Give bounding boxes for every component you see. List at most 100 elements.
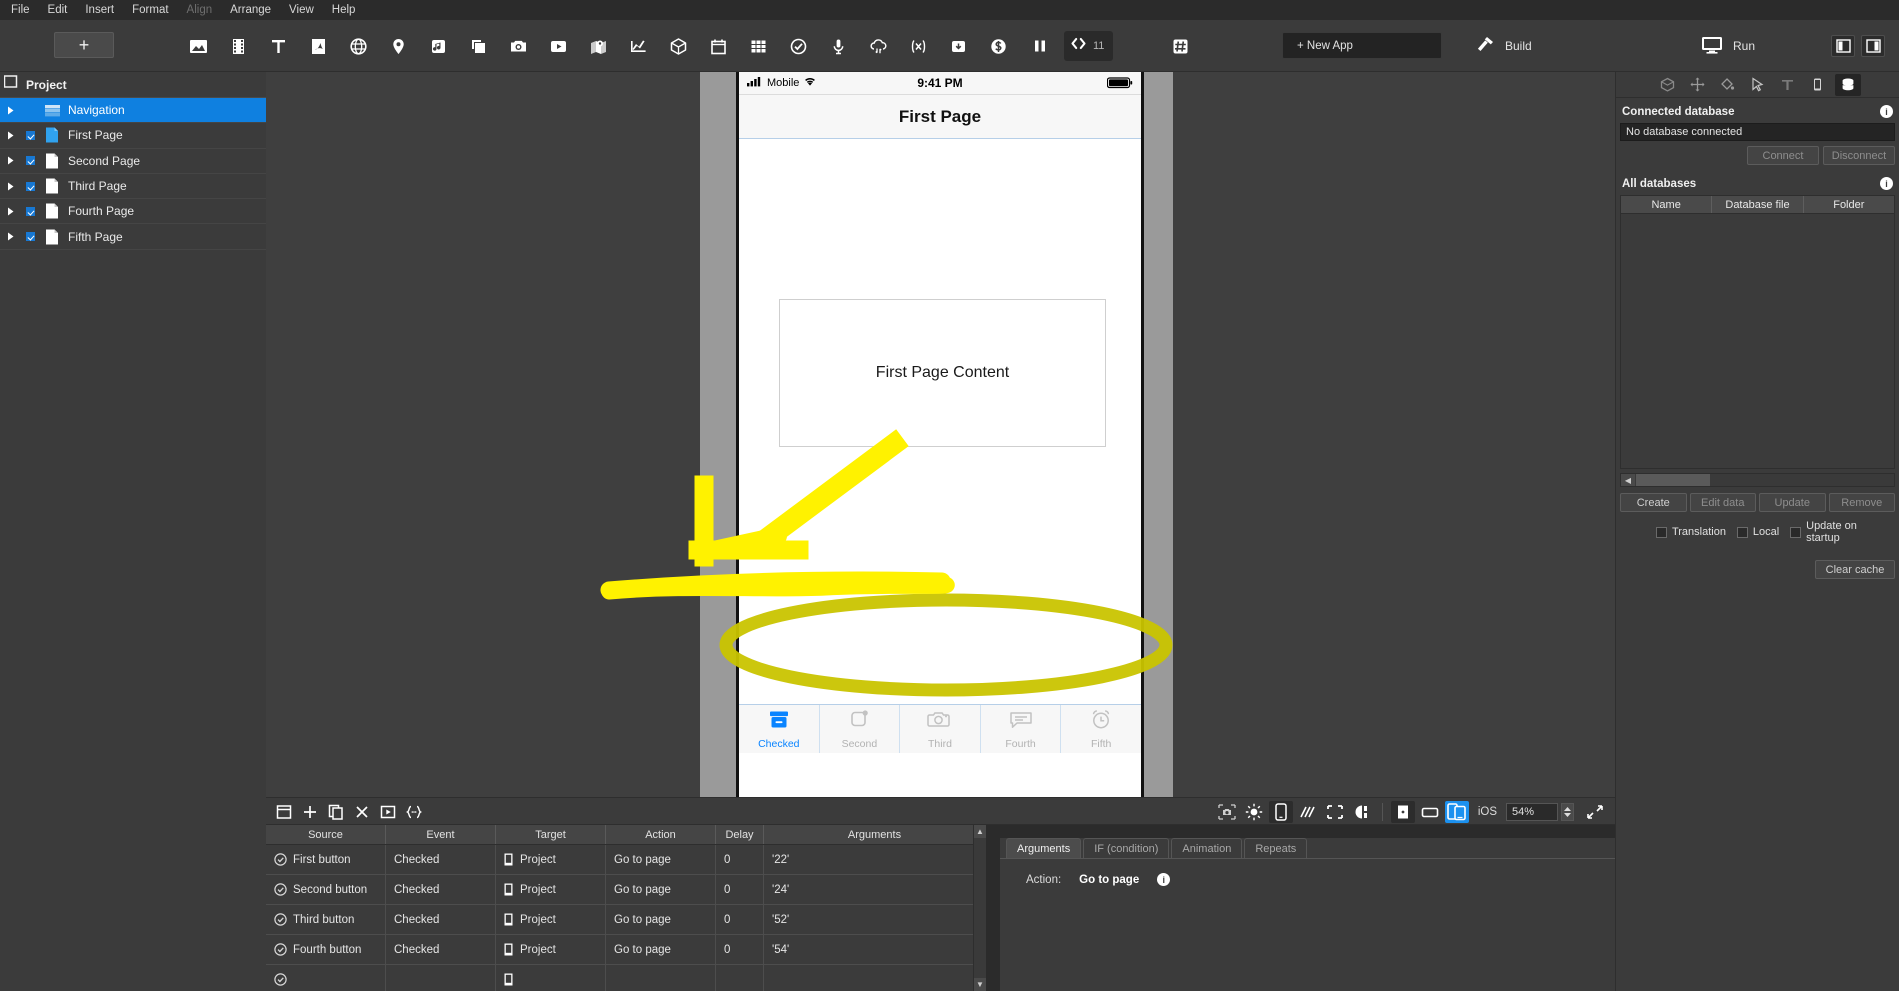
info-icon[interactable]: i (1880, 105, 1893, 118)
table-row[interactable]: Third button Checked Project Go to page … (266, 905, 986, 935)
row-source[interactable]: Second button (266, 875, 386, 904)
tab-repeats[interactable]: Repeats (1244, 838, 1308, 858)
table-row[interactable] (266, 965, 986, 991)
edit-data-button[interactable]: Edit data (1689, 493, 1756, 512)
device-tool-icon[interactable] (1805, 74, 1831, 96)
row-action[interactable]: Go to page (606, 845, 716, 874)
row-source[interactable]: First button (266, 845, 386, 874)
variable-icon[interactable] (903, 31, 933, 61)
zoom-level-input[interactable]: 54% (1506, 803, 1558, 821)
film-icon[interactable] (223, 31, 253, 61)
row-target[interactable]: Project (496, 845, 606, 874)
menu-arrange[interactable]: Arrange (221, 2, 280, 18)
add-object-button[interactable]: + (54, 32, 114, 58)
preview-page-body[interactable]: First Page Content Checked Second Third … (739, 139, 1141, 753)
row-event[interactable]: Checked (386, 845, 496, 874)
preview-tab-checked[interactable]: Checked (739, 705, 820, 753)
events-table[interactable]: Source Event Target Action Delay Argumen… (266, 825, 986, 991)
col-header-delay[interactable]: Delay (716, 825, 764, 844)
row-arguments[interactable]: '22' (764, 845, 986, 874)
brightness-icon[interactable] (1242, 801, 1266, 823)
fit-screen-icon[interactable] (1583, 801, 1607, 823)
new-app-button[interactable]: + New App (1282, 32, 1442, 59)
play-box-icon[interactable] (376, 801, 400, 823)
tab-animation[interactable]: Animation (1171, 838, 1243, 858)
info-icon[interactable]: i (1157, 873, 1171, 886)
camera-icon[interactable] (503, 31, 533, 61)
expand-arrow-icon[interactable] (2, 106, 20, 115)
row-action[interactable]: Go to page (606, 875, 716, 904)
menu-view[interactable]: View (280, 2, 323, 18)
microphone-icon[interactable] (823, 31, 853, 61)
visibility-checkbox[interactable] (20, 232, 40, 242)
diagonal-lines-icon[interactable] (1296, 801, 1320, 823)
tab-arguments[interactable]: Arguments (1006, 838, 1082, 858)
row-event[interactable]: Checked (386, 875, 496, 904)
zoom-stepper[interactable] (1561, 803, 1574, 821)
row-target[interactable] (496, 965, 606, 991)
video-play-icon[interactable] (543, 31, 573, 61)
content-placeholder-box[interactable]: First Page Content (779, 299, 1106, 447)
build-button[interactable]: Build (1475, 20, 1532, 72)
update-on-startup-checkbox[interactable] (1790, 526, 1802, 538)
tree-item-first-page[interactable]: First Page (0, 123, 266, 149)
expand-arrow-icon[interactable] (2, 232, 20, 241)
text-tool-icon[interactable] (1775, 74, 1801, 96)
databases-horizontal-scrollbar[interactable]: ◀ (1620, 473, 1895, 487)
fill-icon[interactable] (1715, 74, 1741, 96)
row-delay[interactable]: 0 (716, 935, 764, 964)
expand-arrow-icon[interactable] (2, 207, 20, 216)
row-target[interactable]: Project (496, 875, 606, 904)
scroll-left-icon[interactable]: ◀ (1621, 474, 1635, 486)
dollar-icon[interactable] (983, 31, 1013, 61)
script-count-badge[interactable]: 11 (1064, 31, 1114, 61)
portrait-icon[interactable] (1390, 801, 1415, 823)
remove-button[interactable]: Remove (1828, 493, 1895, 512)
col-header-database-file[interactable]: Database file (1712, 196, 1804, 213)
events-scrollbar[interactable]: ▲ ▼ (973, 825, 986, 991)
design-canvas[interactable]: Mobile 9:41 PM First Page First Page Con… (266, 72, 1615, 797)
visibility-checkbox[interactable] (20, 156, 40, 166)
visibility-checkbox[interactable] (20, 181, 40, 191)
disconnect-button[interactable]: Disconnect (1823, 146, 1895, 165)
delete-x-icon[interactable] (350, 801, 374, 823)
tree-item-navigation[interactable]: Navigation (0, 98, 266, 124)
col-header-source[interactable]: Source (266, 825, 386, 844)
stack-icon[interactable] (463, 31, 493, 61)
row-arguments[interactable] (764, 965, 986, 991)
translation-checkbox[interactable] (1656, 526, 1667, 538)
music-note-icon[interactable] (423, 31, 453, 61)
image-icon[interactable] (183, 31, 213, 61)
row-delay[interactable]: 0 (716, 905, 764, 934)
action-value-label[interactable]: Go to page (1079, 874, 1139, 886)
cloud-sync-icon[interactable] (863, 31, 893, 61)
visibility-checkbox[interactable] (20, 130, 40, 140)
row-target[interactable]: Project (496, 935, 606, 964)
local-checkbox[interactable] (1736, 526, 1748, 538)
preview-tab-fifth[interactable]: Fifth (1061, 705, 1141, 753)
grid-icon[interactable] (743, 31, 773, 61)
tab-if-condition[interactable]: IF (condition) (1083, 838, 1170, 858)
check-circle-icon[interactable] (783, 31, 813, 61)
text-icon[interactable] (263, 31, 293, 61)
row-source[interactable] (266, 965, 386, 991)
landscape-icon[interactable] (1418, 801, 1442, 823)
menu-file[interactable]: File (2, 2, 39, 18)
run-button[interactable]: Run (1700, 20, 1755, 72)
col-header-target[interactable]: Target (496, 825, 606, 844)
expand-arrow-icon[interactable] (2, 182, 20, 191)
menu-help[interactable]: Help (323, 2, 365, 18)
left-panel-toggle-icon[interactable] (1831, 35, 1855, 57)
table-row[interactable]: Fourth button Checked Project Go to page… (266, 935, 986, 965)
database-icon[interactable] (1834, 73, 1861, 96)
move-icon[interactable] (1685, 74, 1711, 96)
col-header-event[interactable]: Event (386, 825, 496, 844)
col-header-action[interactable]: Action (606, 825, 716, 844)
screenshot-icon[interactable] (1215, 801, 1239, 823)
device-icon[interactable] (1268, 801, 1293, 823)
scroll-thumb[interactable] (1636, 474, 1710, 486)
row-source[interactable]: Fourth button (266, 935, 386, 964)
plus-icon[interactable] (298, 801, 322, 823)
pause-icon[interactable] (1025, 31, 1055, 61)
cursor-icon[interactable] (1745, 74, 1771, 96)
